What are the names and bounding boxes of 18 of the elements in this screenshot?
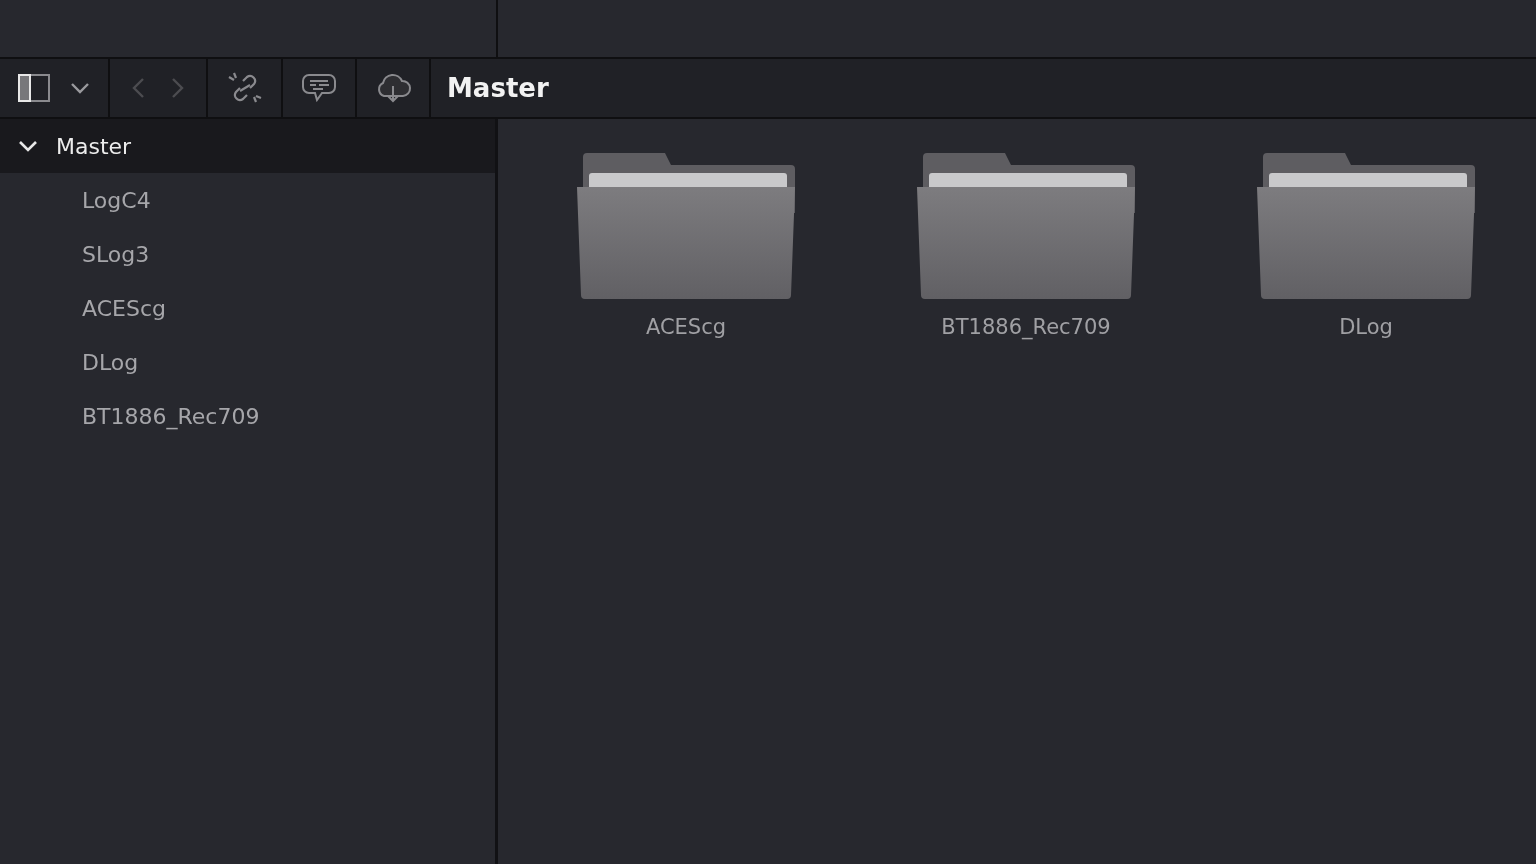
- tree-item[interactable]: ACEScg: [0, 281, 495, 335]
- folder-name: BT1886_Rec709: [941, 315, 1111, 339]
- tree-item[interactable]: BT1886_Rec709: [0, 389, 495, 443]
- tree-item[interactable]: SLog3: [0, 227, 495, 281]
- sidebar-toggle-icon[interactable]: [18, 74, 50, 102]
- folder-name: DLog: [1339, 315, 1393, 339]
- folder-icon[interactable]: [1255, 153, 1477, 301]
- location-title: Master: [446, 72, 549, 105]
- chevron-down-icon[interactable]: [70, 82, 90, 94]
- folder-icon[interactable]: [575, 153, 797, 301]
- folder-name: ACEScg: [645, 315, 727, 339]
- tree-item[interactable]: DLog: [0, 335, 495, 389]
- tree-item[interactable]: Master: [0, 119, 495, 173]
- chevron-down-icon[interactable]: [18, 139, 38, 153]
- tree-item[interactable]: LogC4: [0, 173, 495, 227]
- tree-item-label: Master: [56, 133, 132, 159]
- speech-bubble-icon[interactable]: [301, 73, 337, 103]
- folder-icon[interactable]: [915, 153, 1137, 301]
